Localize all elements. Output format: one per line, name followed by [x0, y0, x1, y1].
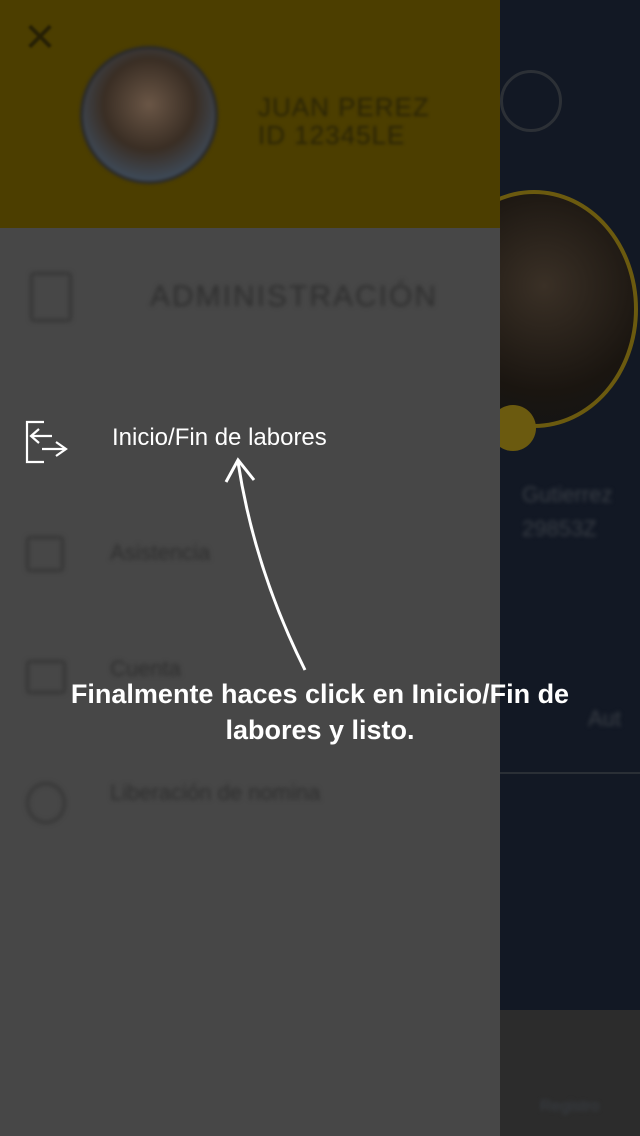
- navigation-drawer: ✕ JUAN PEREZ ID 12345LE ADMINISTRACIÓN I…: [0, 0, 500, 1136]
- document-icon: [30, 272, 72, 322]
- avatar: [80, 46, 218, 184]
- drawer-header: ✕ JUAN PEREZ ID 12345LE: [0, 0, 500, 228]
- phone-icon: [26, 782, 66, 824]
- profile-name-line: Gutierrez: [522, 482, 613, 507]
- user-id: ID 12345LE: [258, 120, 406, 150]
- logout-icon: [25, 420, 68, 464]
- user-name: JUAN PEREZ: [258, 92, 430, 122]
- menu-item-asistencia[interactable]: Asistencia: [110, 540, 210, 566]
- bottom-tab-bar[interactable]: Registro: [500, 1010, 640, 1136]
- profile-id-line: 29853Z: [522, 516, 597, 541]
- app-logo-icon: [500, 70, 562, 132]
- bottom-tab-label: Registro: [540, 1098, 600, 1115]
- close-icon[interactable]: ✕: [20, 18, 60, 58]
- menu-item-liberacion-nomina[interactable]: Liberación de nomina: [110, 780, 320, 806]
- tutorial-instruction: Finalmente haces click en Inicio/Fin de …: [70, 679, 570, 745]
- app-screen: Gutierrez 29853Z Aut Registro ✕ JUAN PER…: [0, 0, 640, 1136]
- menu-item-label: Inicio/Fin de labores: [112, 424, 327, 451]
- menu-item-inicio-fin-labores[interactable]: Inicio/Fin de labores: [22, 418, 482, 468]
- edit-icon: [26, 536, 64, 572]
- section-title-administracion[interactable]: ADMINISTRACIÓN: [150, 280, 438, 314]
- divider: [500, 772, 640, 774]
